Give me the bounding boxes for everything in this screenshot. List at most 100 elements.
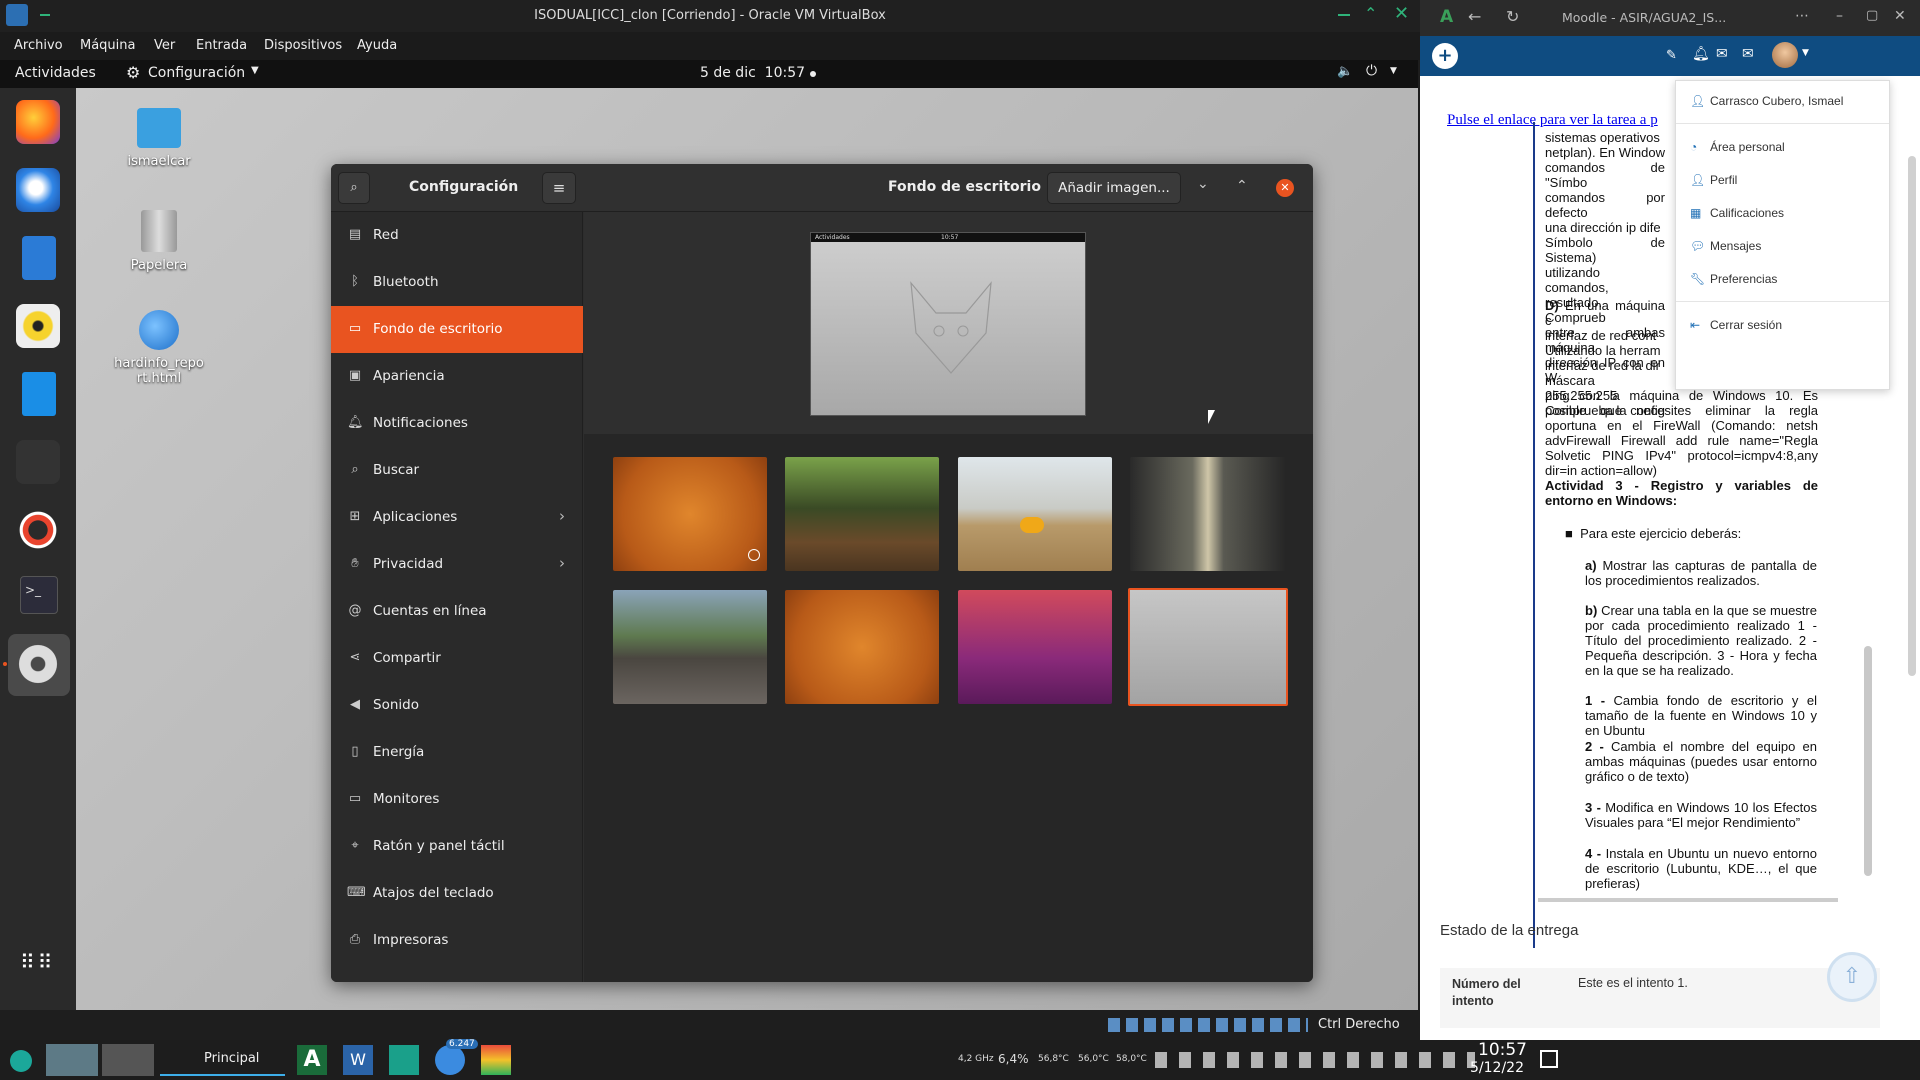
window-minimize-button[interactable] bbox=[1338, 14, 1350, 16]
software-icon[interactable] bbox=[16, 440, 60, 484]
taskbar-window-principal[interactable]: Principal bbox=[160, 1044, 285, 1076]
search-button[interactable]: ⌕ bbox=[338, 172, 370, 204]
menu-dispositivos[interactable]: Dispositivos bbox=[264, 38, 342, 53]
reload-icon[interactable]: ↻ bbox=[1506, 7, 1519, 26]
desktop-icon-home[interactable]: ismaelcar bbox=[104, 108, 214, 169]
power-icon[interactable]: ⏻ bbox=[1366, 63, 1377, 79]
chevron-down-icon[interactable]: ▼ bbox=[1802, 48, 1809, 58]
add-image-button[interactable]: Añadir imagen... bbox=[1047, 172, 1181, 204]
mail-icon[interactable]: ✉ bbox=[1742, 46, 1754, 62]
close-button[interactable]: ✕ bbox=[1276, 179, 1294, 197]
dropdown-logout[interactable]: ⇤ Cerrar sesión bbox=[1690, 318, 1782, 332]
close-icon[interactable]: ✕ bbox=[1894, 8, 1906, 24]
minimize-icon[interactable]: – bbox=[1836, 8, 1843, 24]
sidebar-item-bluetooth[interactable]: ᛒ Bluetooth bbox=[331, 259, 583, 306]
dropdown-calificaciones[interactable]: ▦ Calificaciones bbox=[1690, 206, 1784, 220]
sidebar-item-buscar[interactable]: ⌕ Buscar bbox=[331, 447, 583, 494]
sidebar-item-privacidad[interactable]: ✋︎ Privacidad › bbox=[331, 541, 583, 588]
thunderbird-icon[interactable] bbox=[435, 1045, 465, 1075]
files-icon[interactable] bbox=[389, 1045, 419, 1075]
menu-archivo[interactable]: Archivo bbox=[14, 38, 63, 53]
wallpaper-thumb-7[interactable] bbox=[958, 590, 1112, 704]
sidebar-item-monitores[interactable]: ▭ Monitores bbox=[331, 776, 583, 823]
pin-icon[interactable]: ✎ bbox=[1666, 48, 1677, 63]
app-a-icon[interactable]: A bbox=[297, 1045, 327, 1075]
taskbar-time[interactable]: 10:57 bbox=[1478, 1040, 1527, 1060]
pager-desktop-2[interactable] bbox=[102, 1044, 154, 1076]
wallpaper-thumb-3[interactable] bbox=[958, 457, 1112, 571]
sidebar-item-cuentas[interactable]: @ Cuentas en línea bbox=[331, 588, 583, 635]
pager-desktop-1[interactable] bbox=[46, 1044, 98, 1076]
wallpaper-thumb-2[interactable] bbox=[785, 457, 939, 571]
writer-icon[interactable] bbox=[22, 372, 56, 416]
chevron-down-icon[interactable]: ⌄ bbox=[1197, 176, 1209, 192]
more-icon[interactable]: ⋯ bbox=[1795, 8, 1809, 24]
maximize-icon[interactable]: ▢ bbox=[1866, 8, 1878, 23]
activities-button[interactable]: Actividades bbox=[15, 65, 96, 81]
rhythmbox-icon[interactable] bbox=[16, 304, 60, 348]
inner-scrollbar[interactable] bbox=[1864, 646, 1872, 876]
bell-icon: 🔔︎ bbox=[347, 415, 364, 430]
dropdown-preferencias[interactable]: 🔧︎ Preferencias bbox=[1690, 272, 1777, 286]
sidebar-item-red[interactable]: ▤ Red bbox=[331, 212, 583, 259]
sidebar-item-impresoras[interactable]: ⎙ Impresoras bbox=[331, 917, 583, 964]
sidebar-item-notificaciones[interactable]: 🔔︎ Notificaciones bbox=[331, 400, 583, 447]
start-menu-icon[interactable] bbox=[10, 1050, 32, 1072]
chevron-down-icon[interactable]: ▼ bbox=[1390, 66, 1397, 76]
sidebar-item-compartir[interactable]: ⋖ Compartir bbox=[331, 635, 583, 682]
back-icon[interactable]: ← bbox=[1468, 7, 1481, 26]
layers-icon[interactable] bbox=[481, 1045, 511, 1075]
settings-gear-icon[interactable] bbox=[16, 642, 60, 686]
chat-icon[interactable]: ✉ bbox=[1716, 46, 1728, 62]
clock[interactable]: 5 de dic 10:57 bbox=[700, 65, 805, 81]
menu-ver[interactable]: Ver bbox=[154, 38, 175, 53]
wps-icon[interactable]: W bbox=[343, 1045, 373, 1075]
bell-icon[interactable]: 🔔︎ bbox=[1692, 46, 1710, 62]
show-apps-icon[interactable]: ⠿⠿ bbox=[20, 952, 60, 996]
sidebar-item-aplicaciones[interactable]: ⊞ Aplicaciones › bbox=[331, 494, 583, 541]
window-close-button[interactable]: ✕ bbox=[1394, 3, 1409, 24]
files-icon[interactable] bbox=[22, 236, 56, 280]
sidebar-item-sonido[interactable]: ◀ Sonido bbox=[331, 682, 583, 729]
add-button[interactable]: + bbox=[1432, 43, 1458, 69]
desktop-icon-html[interactable]: hardinfo_report.html bbox=[104, 310, 214, 386]
dropdown-perfil[interactable]: 👤︎ Perfil bbox=[1690, 173, 1737, 187]
chevron-up-icon[interactable]: ⌃ bbox=[1236, 178, 1248, 194]
sidebar-item-fondo[interactable]: ▭ Fondo de escritorio bbox=[331, 306, 583, 353]
sidebar-item-atajos[interactable]: ⌨ Atajos del teclado bbox=[331, 870, 583, 917]
avatar[interactable] bbox=[1772, 42, 1798, 68]
firefox-icon[interactable] bbox=[16, 100, 60, 144]
wallpaper-thumb-4[interactable] bbox=[1130, 457, 1286, 571]
scroll-top-button[interactable]: ⇧ bbox=[1827, 952, 1877, 1002]
menu-maquina[interactable]: Máquina bbox=[80, 38, 136, 53]
volume-icon[interactable]: 🔈 bbox=[1337, 64, 1353, 79]
app-menu[interactable]: Configuración bbox=[148, 65, 245, 81]
tray-icons[interactable] bbox=[1155, 1052, 1475, 1068]
taskbar-date[interactable]: 5/12/22 bbox=[1470, 1060, 1524, 1076]
wallpaper-thumb-8-selected[interactable] bbox=[1128, 588, 1288, 706]
device-status-icons[interactable] bbox=[1108, 1018, 1308, 1032]
window-maximize-button[interactable]: ⌃ bbox=[1364, 4, 1377, 23]
page-scrollbar[interactable] bbox=[1908, 156, 1916, 676]
help-icon[interactable] bbox=[16, 508, 60, 552]
browser-titlebar: A ← ↻ Moodle - ASIR/AGUA2_IS... ⋯ – ▢ ✕ bbox=[1420, 0, 1920, 36]
mascot-sketch-icon bbox=[910, 281, 992, 374]
terminal-icon[interactable]: >_ bbox=[20, 576, 58, 614]
wallpaper-thumb-5[interactable] bbox=[613, 590, 767, 704]
desktop-icon-trash[interactable]: Papelera bbox=[104, 210, 214, 273]
sidebar-item-apariencia[interactable]: ▣ Apariencia bbox=[331, 353, 583, 400]
menu-ayuda[interactable]: Ayuda bbox=[357, 38, 397, 53]
printer-icon: ⎙ bbox=[349, 932, 361, 947]
sidebar-item-raton[interactable]: ⌖ Ratón y panel táctil bbox=[331, 823, 583, 870]
dropdown-area-personal[interactable]: ◔ Área personal bbox=[1690, 140, 1785, 154]
menu-button[interactable]: ≡ bbox=[542, 172, 576, 204]
sidebar-item-energia[interactable]: ▯ Energía bbox=[331, 729, 583, 776]
thunderbird-icon[interactable] bbox=[16, 168, 60, 212]
dropdown-mensajes[interactable]: 💬︎ Mensajes bbox=[1690, 239, 1761, 253]
tab-title[interactable]: Moodle - ASIR/AGUA2_IS... bbox=[1562, 10, 1726, 25]
wallpaper-thumb-1[interactable] bbox=[613, 457, 767, 571]
wallpaper-thumb-6[interactable] bbox=[785, 590, 939, 704]
menu-entrada[interactable]: Entrada bbox=[196, 38, 247, 53]
show-desktop-button[interactable] bbox=[1540, 1050, 1558, 1068]
dropdown-user[interactable]: 👤︎ Carrasco Cubero, Ismael bbox=[1690, 94, 1843, 108]
